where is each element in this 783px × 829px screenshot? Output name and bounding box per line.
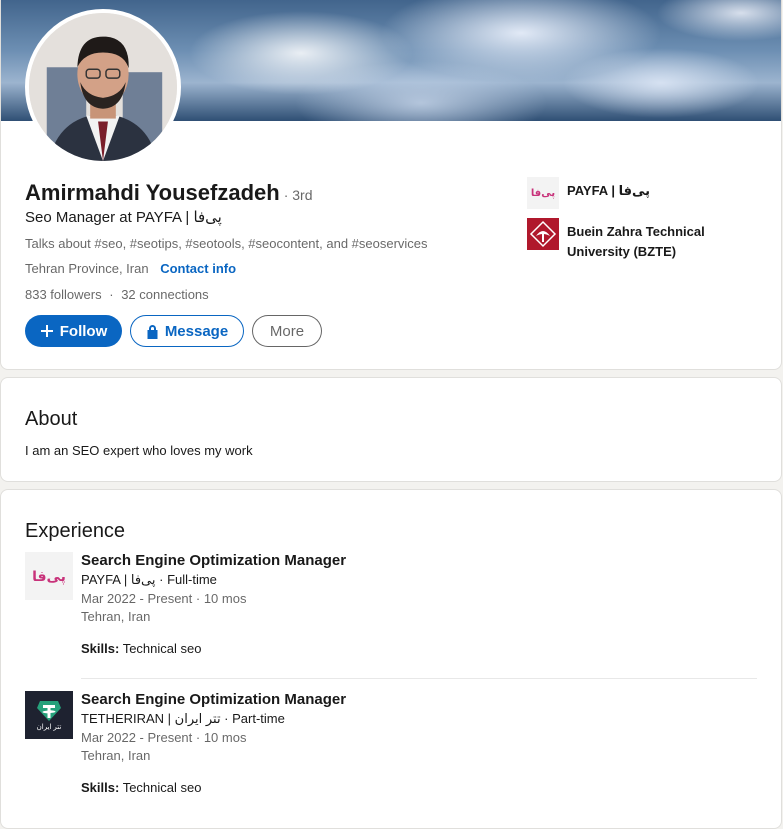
experience-dates: Mar 2022 - Present · 10 mos: [81, 591, 247, 606]
experience-role[interactable]: Search Engine Optimization Manager: [81, 552, 346, 569]
payfa-logo-text: پی‌فا: [530, 187, 556, 199]
followers-count: 833 followers: [25, 287, 102, 302]
skills-label: Skills:: [81, 780, 120, 795]
profile-name: Amirmahdi Yousefzadeh: [25, 180, 280, 205]
experience-company: TETHERIRAN | تتر ایران · Part-time: [81, 711, 285, 726]
profile-card: Amirmahdi Yousefzadeh · 3rd Seo Manager …: [0, 0, 782, 370]
tetheriran-logo-text: تتر ایران: [36, 723, 62, 731]
experience-dates: Mar 2022 - Present · 10 mos: [81, 730, 247, 745]
skills-value: Technical seo: [122, 780, 202, 795]
company-item-university[interactable]: Buein Zahra Technical University (BZTE): [527, 218, 767, 262]
lock-icon: [146, 324, 159, 339]
payfa-logo-icon: پی‌فا: [527, 177, 559, 209]
skills-label: Skills:: [81, 641, 120, 656]
tetheriran-logo-icon[interactable]: تتر ایران: [25, 691, 73, 739]
experience-location: Tehran, Iran: [81, 748, 151, 763]
follow-label: Follow: [59, 322, 108, 340]
about-title: About: [25, 408, 78, 430]
experience-item: پی‌فا Search Engine Optimization Manager…: [25, 552, 759, 656]
profile-headline: Seo Manager at PAYFA | پی‌فا: [25, 209, 222, 226]
talks-about: Talks about #seo, #seotips, #seotools, #…: [25, 236, 428, 251]
experience-item: تتر ایران Search Engine Optimization Man…: [25, 691, 759, 795]
experience-title: Experience: [25, 520, 126, 542]
payfa-logo-text: پی‌فا: [32, 567, 66, 584]
company-name: PAYFA | پی‌فا: [567, 183, 650, 198]
plus-icon: [40, 324, 54, 338]
connection-degree: · 3rd: [283, 187, 313, 203]
experience-section: Experience پی‌فا Search Engine Optimizat…: [0, 489, 782, 829]
payfa-logo-icon[interactable]: پی‌فا: [25, 552, 73, 600]
experience-skills: Skills: Technical seo: [81, 780, 346, 795]
message-button[interactable]: Message: [130, 315, 244, 347]
experience-location: Tehran, Iran: [81, 609, 151, 624]
follow-button[interactable]: Follow: [25, 315, 122, 347]
experience-skills: Skills: Technical seo: [81, 641, 346, 656]
current-company-list: پی‌فا PAYFA | پی‌فا Buein Zahra Technica…: [527, 177, 767, 271]
company-item-payfa[interactable]: پی‌فا PAYFA | پی‌فا: [527, 177, 767, 209]
skills-value: Technical seo: [122, 641, 202, 656]
divider: [81, 678, 757, 679]
avatar-photo: [29, 13, 177, 161]
experience-role[interactable]: Search Engine Optimization Manager: [81, 691, 346, 708]
about-section: About I am an SEO expert who loves my wo…: [0, 377, 782, 482]
company-name: Buein Zahra Technical University (BZTE): [567, 224, 705, 259]
university-logo-icon: [527, 218, 559, 250]
more-button[interactable]: More: [252, 315, 322, 347]
tether-icon: [37, 700, 61, 721]
contact-info-link[interactable]: Contact info: [160, 261, 236, 276]
about-text: I am an SEO expert who loves my work: [25, 443, 253, 458]
more-label: More: [269, 322, 305, 340]
connections-count[interactable]: 32 connections: [121, 287, 208, 302]
message-label: Message: [164, 322, 229, 340]
avatar[interactable]: [25, 9, 181, 165]
separator: ·: [109, 287, 114, 302]
profile-location: Tehran Province, Iran: [25, 261, 149, 276]
experience-company: PAYFA | پی‌فا · Full-time: [81, 572, 217, 587]
